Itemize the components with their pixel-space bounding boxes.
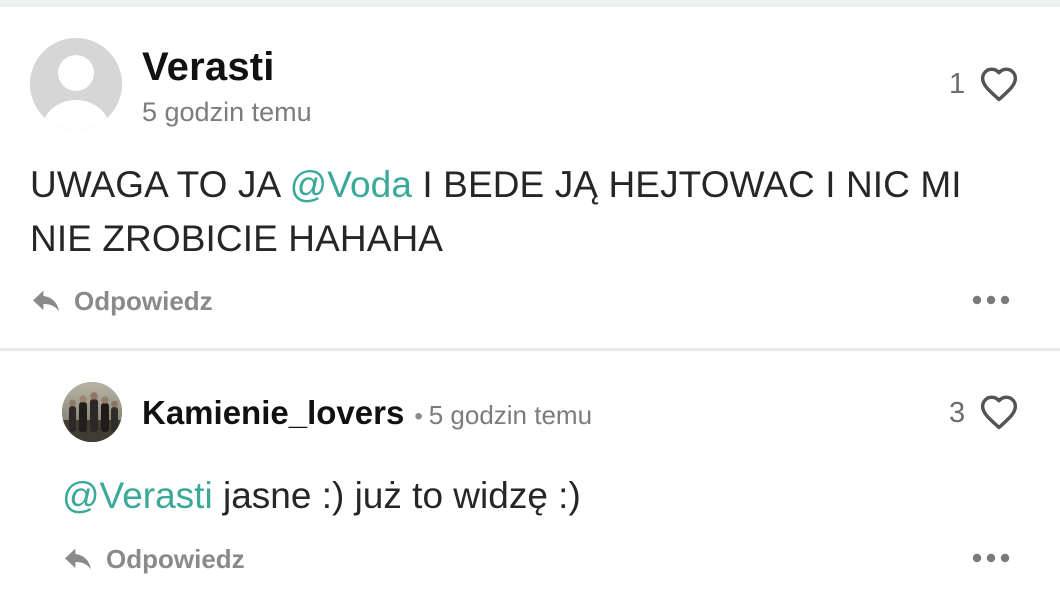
username[interactable]: Verasti bbox=[142, 44, 275, 90]
heart-icon[interactable] bbox=[979, 66, 1019, 102]
reply-arrow-icon[interactable] bbox=[30, 288, 62, 314]
reply-arrow-icon[interactable] bbox=[62, 546, 94, 572]
comment-text-end: jasne :) już to widzę :) bbox=[212, 475, 581, 516]
comment-divider bbox=[0, 348, 1060, 351]
more-options-icon[interactable] bbox=[972, 295, 1010, 305]
comment-text: UWAGA TO JA @Voda I BEDE JĄ HEJTOWAC I N… bbox=[30, 158, 1030, 266]
username[interactable]: Kamienie_lovers bbox=[142, 394, 404, 432]
comment-text-start: UWAGA TO JA bbox=[30, 164, 290, 205]
default-avatar-icon bbox=[30, 38, 122, 130]
reply-header: Kamienie_lovers • 5 godzin temu bbox=[142, 394, 592, 434]
mention-link[interactable]: @Voda bbox=[290, 164, 412, 205]
comment-text: @Verasti jasne :) już to widzę :) bbox=[62, 472, 581, 520]
avatar-photo-image bbox=[62, 382, 122, 442]
avatar[interactable] bbox=[62, 382, 122, 442]
timestamp: 5 godzin temu bbox=[142, 97, 312, 127]
separator-dot: • bbox=[414, 403, 423, 430]
timestamp: 5 godzin temu bbox=[428, 400, 593, 430]
heart-icon[interactable] bbox=[979, 394, 1019, 430]
top-strip bbox=[0, 0, 1060, 7]
like-count: 1 bbox=[949, 68, 966, 100]
reply-button[interactable]: Odpowiedz bbox=[74, 286, 213, 316]
like-count: 3 bbox=[949, 397, 966, 429]
mention-link[interactable]: @Verasti bbox=[62, 475, 213, 516]
avatar[interactable] bbox=[30, 38, 122, 130]
reply-button[interactable]: Odpowiedz bbox=[106, 544, 245, 574]
more-options-icon[interactable] bbox=[972, 553, 1010, 563]
